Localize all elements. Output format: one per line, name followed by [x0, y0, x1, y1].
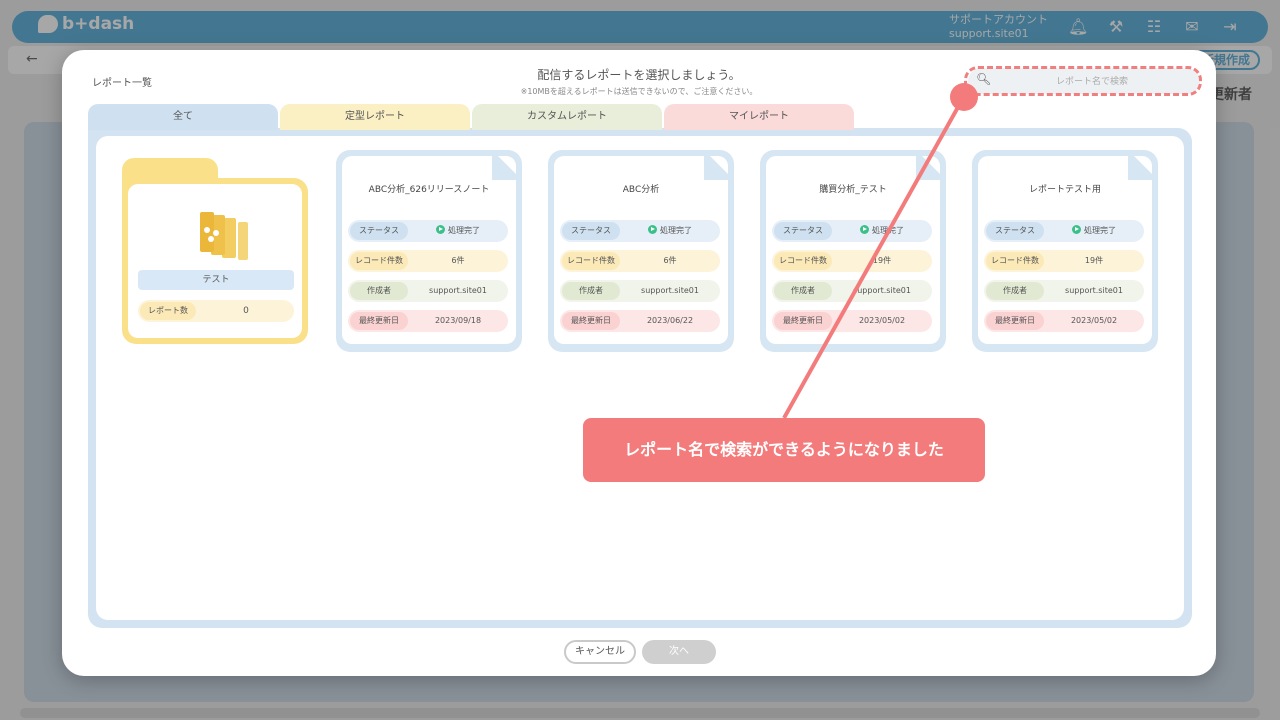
folder-body: テスト レポート数 0 — [122, 178, 308, 344]
records-value: 19件 — [1084, 256, 1104, 265]
status-label: ステータス — [350, 222, 408, 240]
folder-inner: テスト レポート数 0 — [128, 184, 302, 338]
search-highlight — [964, 66, 1202, 96]
tab-custom-report[interactable]: カスタムレポート — [472, 104, 662, 130]
cancel-button[interactable]: キャンセル — [564, 640, 636, 664]
updated-row: 最終更新日 2023/06/22 — [560, 310, 720, 332]
folder-report-count: レポート数 0 — [138, 300, 294, 322]
status-text: 処理完了 — [660, 226, 692, 235]
updated-row: 最終更新日 2023/09/18 — [348, 310, 508, 332]
status-text: 処理完了 — [872, 226, 904, 235]
report-title: 購買分析_テスト — [819, 185, 887, 195]
author-label: 作成者 — [350, 282, 408, 300]
records-row: レコード件数 19件 — [984, 250, 1144, 272]
status-text: 処理完了 — [448, 226, 480, 235]
status-row: ステータス 処理完了 — [348, 220, 508, 242]
updated-label: 最終更新日 — [562, 312, 620, 330]
author-label: 作成者 — [562, 282, 620, 300]
report-card[interactable]: ABC分析_626リリースノート ステータス 処理完了 レコード件数 6件 作成… — [336, 150, 522, 352]
status-label: ステータス — [774, 222, 832, 240]
status-text: 処理完了 — [1084, 226, 1116, 235]
report-select-modal: レポート一覧 配信するレポートを選択しましょう。 ※10MBを超えるレポートは送… — [62, 50, 1216, 676]
play-icon — [860, 225, 869, 234]
play-icon — [1072, 225, 1081, 234]
updated-row: 最終更新日 2023/05/02 — [984, 310, 1144, 332]
report-title: ABC分析 — [622, 185, 660, 195]
status-row: ステータス 処理完了 — [984, 220, 1144, 242]
tab-fixed-report[interactable]: 定型レポート — [280, 104, 470, 130]
records-row: レコード件数 6件 — [348, 250, 508, 272]
updated-value: 2023/05/02 — [858, 316, 906, 325]
status-value: 処理完了 — [1046, 220, 1142, 242]
author-row: 作成者 support.site01 — [348, 280, 508, 302]
status-label: ステータス — [986, 222, 1044, 240]
records-value: 6件 — [663, 256, 677, 265]
author-row: 作成者 support.site01 — [560, 280, 720, 302]
tab-my-report[interactable]: マイレポート — [664, 104, 854, 130]
status-value: 処理完了 — [622, 220, 718, 242]
updated-label: 最終更新日 — [350, 312, 408, 330]
updated-value: 2023/09/18 — [434, 316, 482, 325]
report-title: レポートテスト用 — [1028, 185, 1101, 195]
updated-value: 2023/06/22 — [646, 316, 694, 325]
records-label: レコード件数 — [774, 252, 832, 270]
report-card[interactable]: レポートテスト用 ステータス 処理完了 レコード件数 19件 作成者 suppo… — [972, 150, 1158, 352]
records-label: レコード件数 — [350, 252, 408, 270]
author-value: support.site01 — [1065, 286, 1123, 295]
play-icon — [648, 225, 657, 234]
updated-label: 最終更新日 — [774, 312, 832, 330]
folder-name: テスト — [138, 270, 294, 290]
records-row: レコード件数 6件 — [560, 250, 720, 272]
author-value: support.site01 — [641, 286, 699, 295]
folder-card[interactable]: テスト レポート数 0 — [122, 158, 308, 344]
records-label: レコード件数 — [562, 252, 620, 270]
author-label: 作成者 — [774, 282, 832, 300]
status-label: ステータス — [562, 222, 620, 240]
status-value: 処理完了 — [410, 220, 506, 242]
author-label: 作成者 — [986, 282, 1044, 300]
report-card[interactable]: ABC分析 ステータス 処理完了 レコード件数 6件 作成者 support.s… — [548, 150, 734, 352]
records-row: レコード件数 19件 — [772, 250, 932, 272]
author-row: 作成者 support.site01 — [772, 280, 932, 302]
report-count-label: レポート数 — [140, 302, 196, 320]
status-row: ステータス 処理完了 — [772, 220, 932, 242]
updated-label: 最終更新日 — [986, 312, 1044, 330]
records-label: レコード件数 — [986, 252, 1044, 270]
updated-row: 最終更新日 2023/05/02 — [772, 310, 932, 332]
report-card[interactable]: 購買分析_テスト ステータス 処理完了 レコード件数 19件 作成者 suppo… — [760, 150, 946, 352]
records-value: 6件 — [451, 256, 465, 265]
tab-all[interactable]: 全て — [88, 104, 278, 130]
author-row: 作成者 support.site01 — [984, 280, 1144, 302]
author-value: support.site01 — [853, 286, 911, 295]
report-count-value: 0 — [243, 306, 249, 316]
annotation-callout: レポート名で検索ができるようになりました — [583, 418, 985, 482]
records-value: 19件 — [872, 256, 892, 265]
report-folder-icon — [200, 212, 248, 260]
report-title: ABC分析_626リリースノート — [368, 185, 490, 195]
updated-value: 2023/05/02 — [1070, 316, 1118, 325]
author-value: support.site01 — [429, 286, 487, 295]
play-icon — [436, 225, 445, 234]
next-button[interactable]: 次へ — [642, 640, 716, 664]
report-tabs: 全て 定型レポート カスタムレポート マイレポート — [88, 104, 854, 130]
status-row: ステータス 処理完了 — [560, 220, 720, 242]
status-value: 処理完了 — [834, 220, 930, 242]
